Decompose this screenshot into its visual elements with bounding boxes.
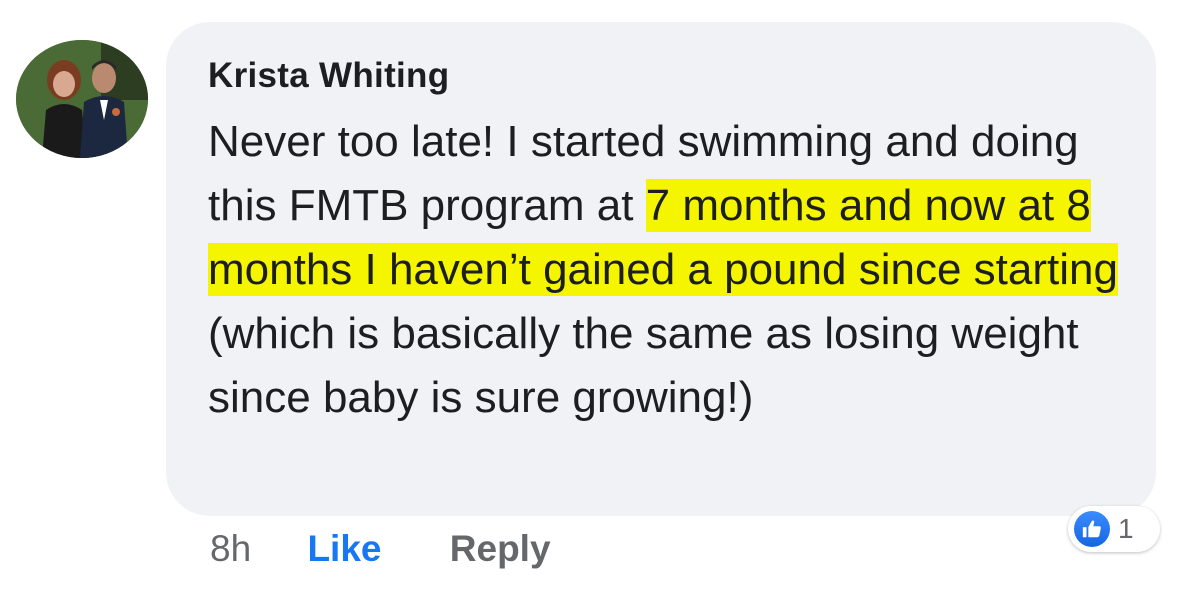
comment-timestamp[interactable]: 8h xyxy=(210,528,251,570)
comment-body: Never too late! I started swimming and d… xyxy=(208,110,1138,430)
reply-button[interactable]: Reply xyxy=(450,528,551,570)
avatar-photo xyxy=(16,40,148,158)
reaction-count: 1 xyxy=(1118,513,1134,544)
avatar[interactable] xyxy=(16,40,148,158)
comment-actions: 8h Like Reply xyxy=(210,528,551,570)
thumbs-up-icon xyxy=(1074,511,1110,547)
reaction-summary[interactable]: 1 xyxy=(1068,506,1160,552)
like-button[interactable]: Like xyxy=(307,528,381,570)
comment-text-segment: (which is basically the same as losing w… xyxy=(208,309,1079,422)
comment-author[interactable]: Krista Whiting xyxy=(208,56,449,96)
